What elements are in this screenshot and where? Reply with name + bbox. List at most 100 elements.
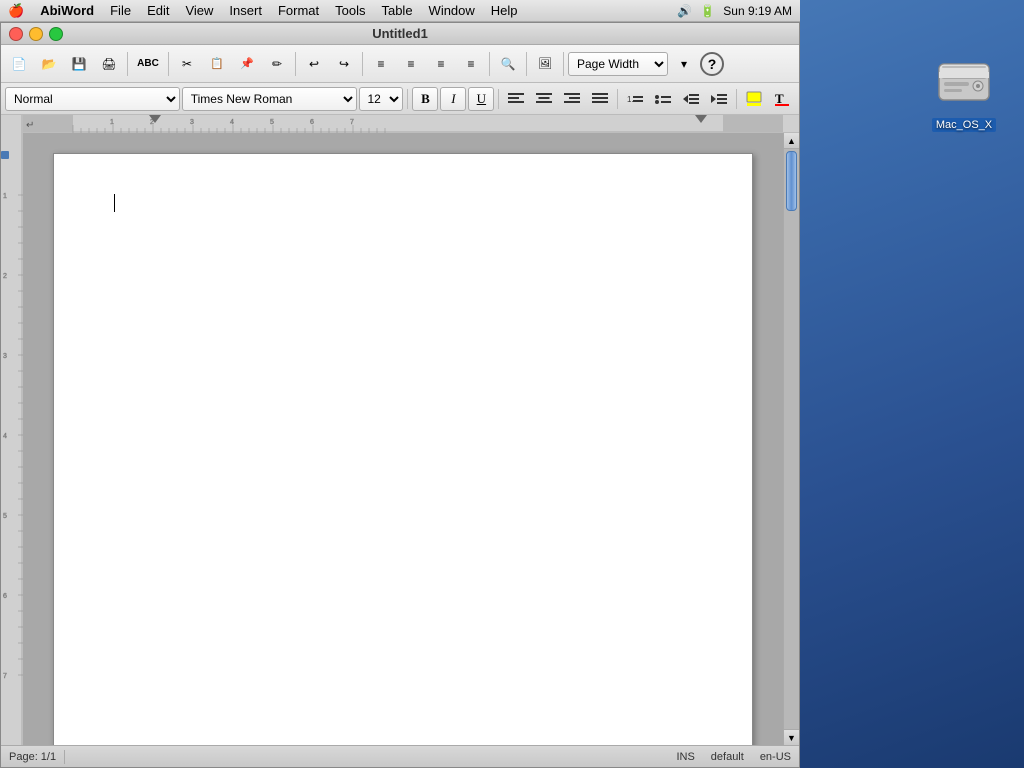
view-menu[interactable]: View <box>185 3 213 18</box>
tools-menu[interactable]: Tools <box>335 3 365 18</box>
open-button[interactable]: 📂 <box>35 50 63 78</box>
copy-button[interactable]: 📋 <box>203 50 231 78</box>
image-icon: 🖼 <box>538 57 552 70</box>
highlight-color-button[interactable] <box>741 87 767 111</box>
help-button[interactable]: ? <box>700 52 724 76</box>
scroll-down-button[interactable]: ▼ <box>784 729 800 745</box>
svg-text:3: 3 <box>190 119 194 126</box>
format-painter-button[interactable]: ✏ <box>263 50 291 78</box>
table-menu[interactable]: Table <box>381 3 412 18</box>
close-button[interactable] <box>9 27 23 41</box>
size-select[interactable]: 12 891011 14161824 <box>359 87 404 111</box>
abiword-window: Untitled1 📄 📂 💾 🖨 ABC ✂ 📋 📌 ✏ <box>0 22 800 768</box>
align-left-button[interactable]: ≡ <box>367 50 395 78</box>
language: en-US <box>760 751 791 763</box>
page-info: Page: 1/1 <box>9 751 56 763</box>
desktop-icon-macosx[interactable]: Mac_OS_X <box>924 50 1004 132</box>
align-center-icon <box>536 92 552 106</box>
underline-button[interactable]: U <box>468 87 494 111</box>
main-toolbar: 📄 📂 💾 🖨 ABC ✂ 📋 📌 ✏ ↩ <box>1 45 799 83</box>
apple-menu[interactable]: 🍎 <box>8 3 24 19</box>
statusbar-right: INS default en-US <box>676 751 791 763</box>
font-color-icon: T <box>774 91 790 107</box>
separator-5 <box>489 52 490 76</box>
scroll-track[interactable] <box>784 149 799 729</box>
format-sep-2 <box>498 89 499 109</box>
bold-button[interactable]: B <box>412 87 438 111</box>
status-sep-1 <box>64 750 65 764</box>
font-color-button[interactable]: T <box>769 87 795 111</box>
indent-decrease-button[interactable] <box>678 87 704 111</box>
svg-text:2: 2 <box>3 273 7 280</box>
text-align-right-button[interactable] <box>559 87 585 111</box>
text-align-center-button[interactable] <box>531 87 557 111</box>
svg-text:4: 4 <box>3 433 7 440</box>
svg-text:6: 6 <box>310 119 314 126</box>
scroll-thumb[interactable] <box>786 151 797 211</box>
align-right-icon <box>564 92 580 106</box>
file-menu[interactable]: File <box>110 3 131 18</box>
separator-4 <box>362 52 363 76</box>
print-icon: 🖨 <box>101 57 116 71</box>
scroll-up-button[interactable]: ▲ <box>784 133 800 149</box>
redo-icon: ↪ <box>339 57 349 71</box>
new-button[interactable]: 📄 <box>5 50 33 78</box>
underline-icon: U <box>477 91 486 107</box>
help-menu[interactable]: Help <box>491 3 518 18</box>
clock: Sun 9:19 AM <box>723 4 792 18</box>
chevron-down-icon: ▼ <box>787 733 796 743</box>
zoom-dropdown-button[interactable]: ▾ <box>670 50 698 78</box>
italic-button[interactable]: I <box>440 87 466 111</box>
insert-menu[interactable]: Insert <box>229 3 262 18</box>
format-toolbar: Normal Heading 1 Heading 2 Heading 3 Tim… <box>1 83 799 115</box>
justify-button[interactable]: ≡ <box>457 50 485 78</box>
indent-increase-button[interactable] <box>706 87 732 111</box>
unordered-list-button[interactable] <box>650 87 676 111</box>
zoom-select[interactable]: Page Width 100% 75% 150% <box>568 52 668 76</box>
format-sep-1 <box>407 89 408 109</box>
undo-button[interactable]: ↩ <box>300 50 328 78</box>
speaker-icon: 🔊 <box>677 4 692 18</box>
undo-icon: ↩ <box>309 57 319 71</box>
align-center-icon: ≡ <box>407 57 414 71</box>
ordered-list-button[interactable]: 1. <box>622 87 648 111</box>
print-button[interactable]: 🖨 <box>95 50 123 78</box>
bold-icon: B <box>421 91 430 107</box>
minimize-button[interactable] <box>29 27 43 41</box>
align-center-button[interactable]: ≡ <box>397 50 425 78</box>
paste-button[interactable]: 📌 <box>233 50 261 78</box>
app-name-menu[interactable]: AbiWord <box>40 3 94 18</box>
redo-button[interactable]: ↪ <box>330 50 358 78</box>
format-menu[interactable]: Format <box>278 3 319 18</box>
vertical-scrollbar[interactable]: ▲ ▼ <box>783 133 799 745</box>
ruler-top: 1 2 3 4 <box>23 115 799 133</box>
separator-3 <box>295 52 296 76</box>
separator-7 <box>563 52 564 76</box>
spellcheck-button[interactable]: ABC <box>132 50 164 78</box>
window-menu[interactable]: Window <box>429 3 475 18</box>
format-painter-icon: ✏ <box>272 57 282 71</box>
save-button[interactable]: 💾 <box>65 50 93 78</box>
edit-menu[interactable]: Edit <box>147 3 169 18</box>
edit-mode: default <box>711 751 744 763</box>
text-align-left-button[interactable] <box>503 87 529 111</box>
font-select[interactable]: Times New Roman Arial Helvetica Courier … <box>182 87 357 111</box>
justify-icon: ≡ <box>467 57 474 71</box>
document-page[interactable] <box>53 153 753 745</box>
system-menubar: 🍎 AbiWord File Edit View Insert Format T… <box>0 0 800 22</box>
maximize-button[interactable] <box>49 27 63 41</box>
text-justify-button[interactable] <box>587 87 613 111</box>
svg-text:4: 4 <box>230 119 234 126</box>
cut-button[interactable]: ✂ <box>173 50 201 78</box>
main-area: 1 2 3 4 <box>23 115 799 745</box>
unordered-list-icon <box>655 92 671 106</box>
style-select[interactable]: Normal Heading 1 Heading 2 Heading 3 <box>5 87 180 111</box>
svg-text:7: 7 <box>3 673 7 680</box>
statusbar: Page: 1/1 INS default en-US <box>1 745 799 767</box>
separator-1 <box>127 52 128 76</box>
format-sep-3 <box>617 89 618 109</box>
align-right-button[interactable]: ≡ <box>427 50 455 78</box>
image-button[interactable]: 🖼 <box>531 50 559 78</box>
document-scroll[interactable] <box>23 133 783 745</box>
find-button[interactable]: 🔍 <box>494 50 522 78</box>
